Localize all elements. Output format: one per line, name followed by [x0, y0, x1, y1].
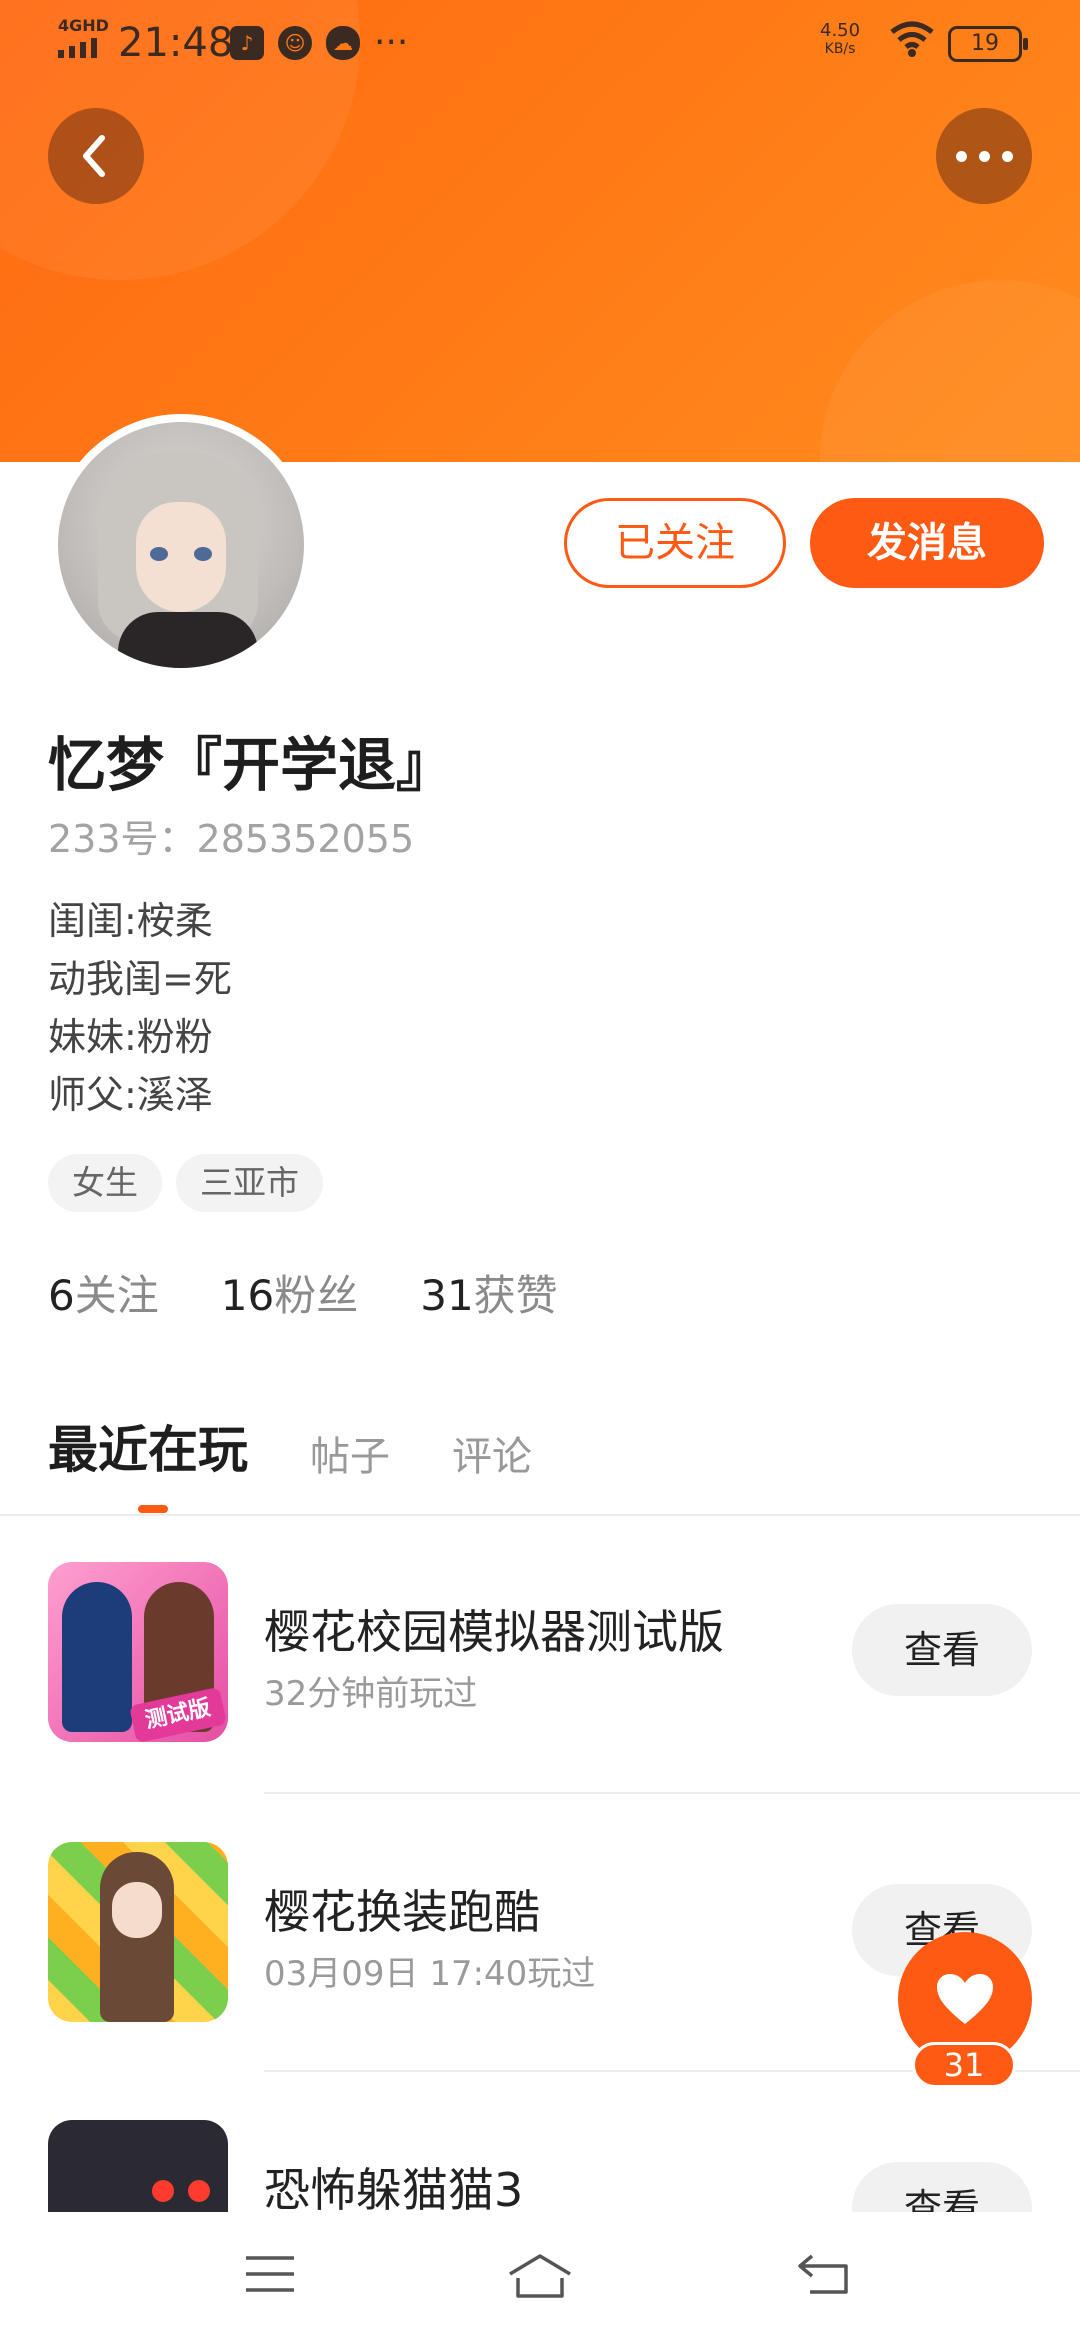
last-played-time: 32分钟前玩过: [264, 1674, 478, 1714]
avatar-eye: [150, 547, 168, 561]
icon-face: [112, 1882, 162, 1938]
network-speed: 4.50 KB/s: [820, 22, 860, 58]
icon-eye: [152, 2180, 174, 2202]
game-app-icon: ☺: [278, 26, 312, 60]
avatar-eye: [194, 547, 212, 561]
tab-recently-played[interactable]: 最近在玩: [48, 1410, 248, 1482]
followers-count: 16: [220, 1271, 275, 1320]
speed-value: 4.50: [820, 20, 861, 41]
tab-comments[interactable]: 评论: [452, 1424, 532, 1482]
game-icon: [48, 1842, 228, 2022]
avatar[interactable]: [50, 414, 312, 676]
game-icon: 测试版: [48, 1562, 228, 1742]
game-title: 樱花换装跑酷: [264, 1885, 540, 1939]
avatar-image: [58, 422, 304, 668]
icon-figure: [62, 1582, 132, 1732]
more-notifications-icon: ···: [374, 22, 409, 63]
profile-tags: 女生 三亚市: [48, 1154, 323, 1212]
bio-line: 动我闺=死: [48, 957, 232, 1001]
notification-icons: ♪ ☺ ☁ ···: [230, 22, 409, 63]
profile-tabs: 最近在玩 帖子 评论: [48, 1410, 594, 1482]
back-icon[interactable]: [796, 2252, 852, 2296]
battery-icon: 19: [948, 26, 1028, 62]
like-count: 31: [912, 2042, 1016, 2088]
send-message-button[interactable]: 发消息: [810, 498, 1044, 588]
avatar-body: [118, 612, 258, 668]
heart-icon: [937, 1974, 993, 2024]
network-type: 4GHD: [58, 16, 109, 35]
more-dot: [1001, 150, 1013, 162]
gender-tag: 女生: [48, 1154, 162, 1212]
back-button[interactable]: [48, 108, 144, 204]
game-title: 恐怖躲猫猫3: [264, 2163, 524, 2212]
chevron-left-icon: [83, 135, 105, 177]
wifi-icon: [890, 21, 934, 57]
divider: [264, 1792, 1080, 1794]
icon-eye: [188, 2180, 210, 2202]
following-stat[interactable]: 6关注: [48, 1262, 159, 1323]
tab-posts[interactable]: 帖子: [310, 1424, 390, 1482]
profile-stats: 6关注 16粉丝 31获赞: [48, 1262, 620, 1323]
bio-line: 妹妹:粉粉: [48, 1015, 213, 1059]
speed-unit: KB/s: [824, 41, 856, 57]
bio-line: 闺闺:桉柔: [48, 899, 213, 943]
following-count: 6: [48, 1271, 75, 1320]
view-button[interactable]: 查看: [852, 2162, 1032, 2212]
tab-active-indicator: [138, 1505, 168, 1513]
bio-line: 师父:溪泽: [48, 1073, 213, 1117]
game-icon: [48, 2120, 228, 2212]
location-tag: 三亚市: [176, 1154, 323, 1212]
profile-header: 4GHD 21:48 ♪ ☺ ☁ ··· 4.50 KB/s 19: [0, 0, 1080, 462]
menu-icon[interactable]: [244, 2252, 296, 2296]
user-id: 233号：285352055: [48, 817, 415, 861]
followed-button[interactable]: 已关注: [564, 498, 786, 588]
likes-stat[interactable]: 31获赞: [420, 1262, 557, 1323]
more-horizontal-icon: [955, 150, 967, 162]
music-app-icon: ♪: [230, 26, 264, 60]
more-button[interactable]: [936, 108, 1032, 204]
signal-icon: [58, 38, 97, 58]
divider: [0, 1514, 1080, 1516]
game-title: 樱花校园模拟器测试版: [264, 1605, 724, 1659]
list-item[interactable]: 恐怖躲猫猫3 查看: [0, 2120, 1080, 2212]
followers-label: 粉丝: [274, 1271, 359, 1320]
weather-cloud-icon: ☁: [326, 26, 360, 60]
likes-count: 31: [420, 1271, 474, 1320]
bio: 闺闺:桉柔 动我闺=死 妹妹:粉粉 师父:溪泽: [48, 892, 232, 1124]
clock: 21:48: [118, 20, 234, 66]
system-nav-bar: [0, 2212, 1080, 2340]
followers-stat[interactable]: 16粉丝: [221, 1262, 358, 1323]
header-decoration: [820, 280, 1080, 462]
following-label: 关注: [74, 1271, 159, 1320]
last-played-time: 03月09日 17:40玩过: [264, 1954, 596, 1994]
home-icon[interactable]: [506, 2252, 574, 2300]
avatar-face: [136, 502, 226, 612]
username: 忆梦『开学退』: [48, 731, 455, 799]
status-bar: 4GHD 21:48 ♪ ☺ ☁ ··· 4.50 KB/s 19: [0, 0, 1080, 86]
list-item[interactable]: 测试版 樱花校园模拟器测试版 32分钟前玩过 查看: [0, 1562, 1080, 1842]
view-button[interactable]: 查看: [852, 1604, 1032, 1696]
likes-label: 获赞: [473, 1271, 558, 1320]
more-dot: [978, 150, 990, 162]
